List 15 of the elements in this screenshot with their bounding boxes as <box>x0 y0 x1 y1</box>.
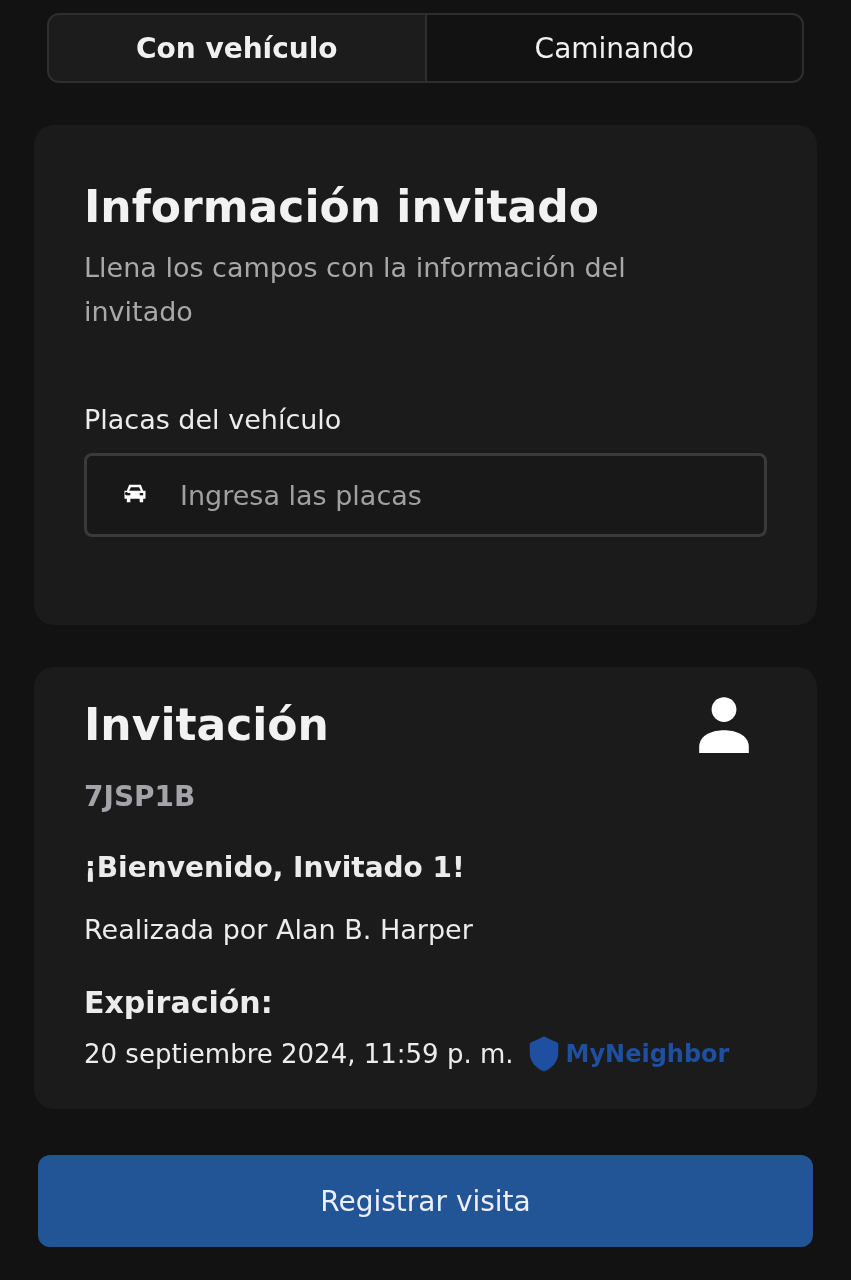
shield-icon <box>527 1035 560 1073</box>
made-by-text: Realizada por Alan B. Harper <box>84 914 474 945</box>
card-title: Invitación <box>84 698 329 750</box>
plates-field[interactable]: Ingresa las placas <box>84 453 767 537</box>
card-title: Información invitado <box>84 181 600 232</box>
expiration-date: 20 septiembre 2024, 11:59 p. m. <box>84 1039 514 1069</box>
logo-text: MyNeighbor <box>565 1040 730 1068</box>
invitation-code: 7JSP1B <box>84 780 197 813</box>
welcome-text: ¡Bienvenido, Invitado 1! <box>84 851 466 884</box>
expiration-label: Expiración: <box>84 985 274 1020</box>
register-visit-button[interactable]: Registrar visita <box>38 1155 813 1247</box>
tab[interactable]: Con vehículo <box>47 13 427 83</box>
tab[interactable]: Caminando <box>426 13 804 83</box>
field-label: Placas del vehículo <box>84 404 343 435</box>
card-subtitle: Llena los campos con la información del invitado <box>84 251 627 329</box>
